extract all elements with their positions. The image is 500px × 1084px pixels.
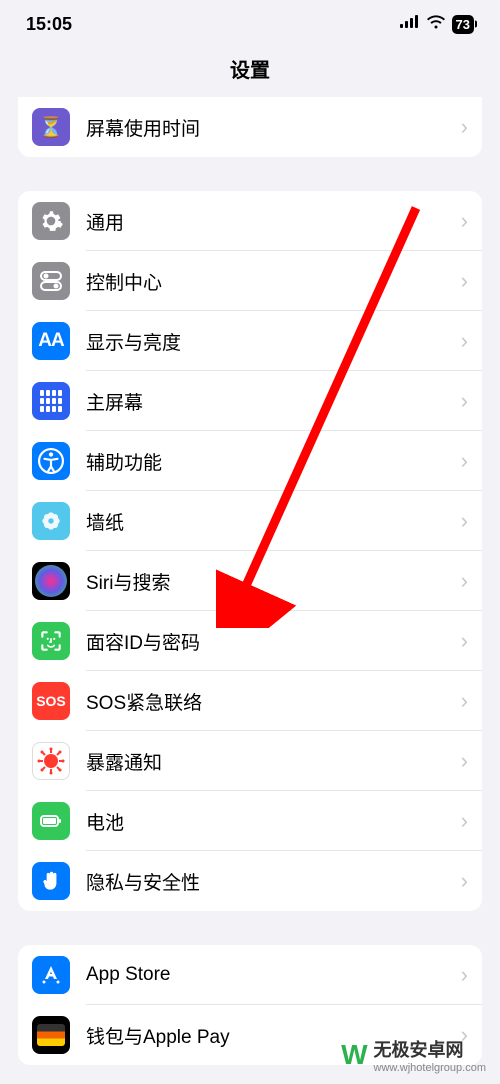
- chevron-right-icon: ›: [461, 268, 468, 294]
- row-label: 辅助功能: [86, 448, 461, 475]
- row-home-screen[interactable]: 主屏幕 ›: [18, 371, 482, 431]
- row-exposure-notification[interactable]: 暴露通知 ›: [18, 731, 482, 791]
- row-label: App Store: [86, 964, 461, 986]
- battery-icon: [32, 802, 70, 840]
- battery-indicator: 73: [452, 15, 474, 34]
- chevron-right-icon: ›: [461, 508, 468, 534]
- row-label: 通用: [86, 208, 461, 235]
- row-control-center[interactable]: 控制中心 ›: [18, 251, 482, 311]
- page-title: 设置: [0, 48, 500, 97]
- chevron-right-icon: ›: [461, 114, 468, 140]
- toggle-icon: [32, 262, 70, 300]
- row-privacy-security[interactable]: 隐私与安全性 ›: [18, 851, 482, 911]
- row-accessibility[interactable]: 辅助功能 ›: [18, 431, 482, 491]
- row-label: 主屏幕: [86, 388, 461, 415]
- settings-group-1: 通用 › 控制中心 › AA 显示与亮度 › 主屏幕 › 辅助功能 › 墙纸 ›: [18, 191, 482, 911]
- grid-icon: [32, 382, 70, 420]
- chevron-right-icon: ›: [461, 568, 468, 594]
- watermark-logo: W: [341, 1039, 367, 1071]
- sos-icon: SOS: [32, 682, 70, 720]
- chevron-right-icon: ›: [461, 748, 468, 774]
- appstore-icon: [32, 956, 70, 994]
- row-screen-time[interactable]: ⏳ 屏幕使用时间 ›: [18, 97, 482, 157]
- signal-icon: [400, 15, 420, 33]
- chevron-right-icon: ›: [461, 808, 468, 834]
- status-right: 73: [400, 15, 474, 34]
- row-label: 屏幕使用时间: [86, 114, 461, 141]
- row-face-id-passcode[interactable]: 面容ID与密码 ›: [18, 611, 482, 671]
- row-label: 墙纸: [86, 508, 461, 535]
- chevron-right-icon: ›: [461, 628, 468, 654]
- aa-icon: AA: [32, 322, 70, 360]
- row-app-store[interactable]: App Store ›: [18, 945, 482, 1005]
- chevron-right-icon: ›: [461, 962, 468, 988]
- hand-icon: [32, 862, 70, 900]
- row-label: 显示与亮度: [86, 328, 461, 355]
- chevron-right-icon: ›: [461, 388, 468, 414]
- accessibility-icon: [32, 442, 70, 480]
- settings-group-0: ⏳ 屏幕使用时间 ›: [18, 97, 482, 157]
- wallet-icon: [32, 1016, 70, 1054]
- row-wallpaper[interactable]: 墙纸 ›: [18, 491, 482, 551]
- chevron-right-icon: ›: [461, 868, 468, 894]
- chevron-right-icon: ›: [461, 688, 468, 714]
- hourglass-icon: ⏳: [32, 108, 70, 146]
- watermark: W 无极安卓网 www.wjhotelgroup.com: [341, 1036, 486, 1074]
- row-label: 暴露通知: [86, 748, 461, 775]
- row-label: 电池: [86, 808, 461, 835]
- row-display-brightness[interactable]: AA 显示与亮度 ›: [18, 311, 482, 371]
- watermark-sub: www.wjhotelgroup.com: [374, 1062, 487, 1074]
- row-label: SOS紧急联络: [86, 688, 461, 715]
- flower-icon: [32, 502, 70, 540]
- chevron-right-icon: ›: [461, 208, 468, 234]
- gear-icon: [32, 202, 70, 240]
- row-siri-search[interactable]: Siri与搜索 ›: [18, 551, 482, 611]
- row-battery[interactable]: 电池 ›: [18, 791, 482, 851]
- chevron-right-icon: ›: [461, 328, 468, 354]
- row-label: 隐私与安全性: [86, 868, 461, 895]
- status-bar: 15:05 73: [0, 0, 500, 48]
- row-label: Siri与搜索: [86, 568, 461, 595]
- watermark-main: 无极安卓网: [374, 1040, 464, 1060]
- siri-icon: [32, 562, 70, 600]
- status-time: 15:05: [26, 14, 72, 35]
- row-sos[interactable]: SOS SOS紧急联络 ›: [18, 671, 482, 731]
- row-label: 控制中心: [86, 268, 461, 295]
- row-label: 面容ID与密码: [86, 628, 461, 655]
- face-id-icon: [32, 622, 70, 660]
- exposure-icon: [32, 742, 70, 780]
- wifi-icon: [426, 15, 446, 34]
- row-general[interactable]: 通用 ›: [18, 191, 482, 251]
- chevron-right-icon: ›: [461, 448, 468, 474]
